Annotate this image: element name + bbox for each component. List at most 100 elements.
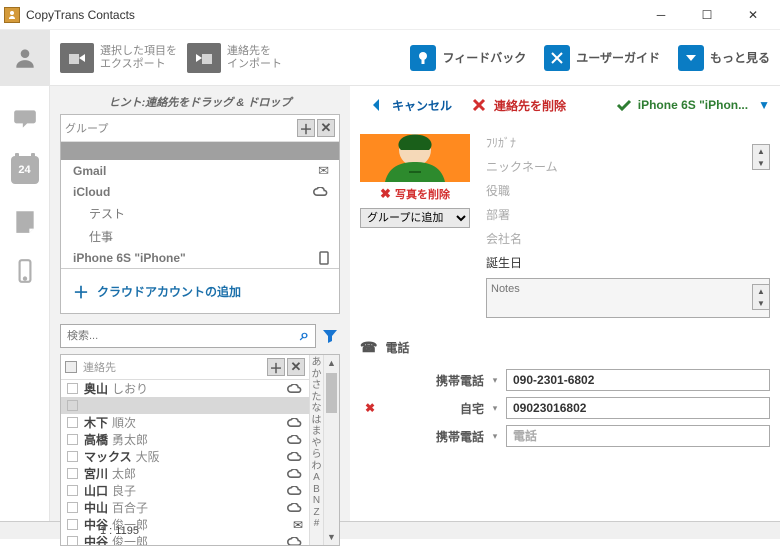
status-bar: 1 : 1195 <box>0 521 780 539</box>
groups-label: グループ <box>65 120 295 136</box>
row-checkbox[interactable] <box>67 468 78 479</box>
alpha-index[interactable]: あかさたなはまやらわABNZ# <box>309 355 323 545</box>
field-title[interactable]: 役職 <box>486 182 770 200</box>
cloud-icon <box>313 187 329 197</box>
cloud-icon <box>287 503 303 513</box>
notes-field[interactable] <box>486 278 770 318</box>
row-checkbox[interactable] <box>67 451 78 462</box>
cloud-icon <box>287 418 303 428</box>
field-birthday[interactable]: 誕生日 <box>486 254 770 272</box>
field-department[interactable]: 部署 <box>486 206 770 224</box>
cloud-icon <box>287 469 303 479</box>
add-group-button[interactable]: ＋ <box>297 119 315 137</box>
sidebar-tab-notes[interactable] <box>12 208 38 234</box>
filter-button[interactable] <box>320 324 340 348</box>
sidebar-tab-messages[interactable] <box>12 106 38 132</box>
phone-input[interactable] <box>506 397 770 419</box>
contact-row[interactable]: 中谷俊一郎✉ <box>61 516 309 533</box>
contact-row[interactable]: 中谷俊一郎 <box>61 533 309 545</box>
contact-avatar[interactable] <box>360 134 470 182</box>
contact-row[interactable]: マックス大阪 <box>61 448 309 465</box>
contact-row[interactable]: 宮川太郎 <box>61 465 309 482</box>
export-button[interactable]: 選択した項目をエクスポート <box>60 43 177 73</box>
phone-icon: ☎ <box>360 339 377 356</box>
device-picker[interactable]: iPhone 6S "iPhon... ▼ <box>616 97 770 113</box>
cloud-icon <box>287 486 303 496</box>
more-button[interactable]: もっと見る <box>678 45 770 71</box>
row-checkbox[interactable] <box>67 502 78 513</box>
group-row[interactable]: 仕事 <box>61 225 339 248</box>
remove-group-button[interactable]: ✕ <box>317 119 335 137</box>
phone-row: 携帯電話 ▾ <box>360 422 770 450</box>
notes-spinner[interactable]: ▲▼ <box>752 284 770 310</box>
cancel-button[interactable]: キャンセル <box>368 96 452 114</box>
sidebar-tab-contacts[interactable] <box>0 30 50 86</box>
mail-icon: ✉ <box>318 163 329 179</box>
row-checkbox[interactable] <box>67 417 78 428</box>
maximize-button[interactable]: ☐ <box>684 0 730 30</box>
field-company[interactable]: 会社名 <box>486 230 770 248</box>
field-reading[interactable]: ﾌﾘｶﾞﾅ <box>486 134 770 152</box>
search-input[interactable] <box>67 330 300 342</box>
delete-phone-button[interactable]: ✖ <box>360 401 380 415</box>
phone-input[interactable] <box>506 425 770 447</box>
userguide-button[interactable]: ユーザーガイド <box>544 45 660 71</box>
group-row[interactable]: テスト <box>61 202 339 225</box>
select-all-checkbox[interactable] <box>65 361 77 373</box>
chevron-down-icon[interactable]: ▾ <box>488 403 502 414</box>
phone-section-header: ☎ 電話 <box>360 339 770 356</box>
field-nickname[interactable]: ニックネーム <box>486 158 770 176</box>
add-to-group-select[interactable]: グループに追加 <box>360 208 470 228</box>
delete-contact-button[interactable]: 連絡先を削除 <box>470 96 566 114</box>
contacts-label: 連絡先 <box>83 359 265 375</box>
chevron-down-icon: ▼ <box>758 98 770 112</box>
remove-contact-button[interactable]: ✕ <box>287 358 305 376</box>
phone-type[interactable]: 携帯電話 <box>384 372 484 389</box>
row-checkbox[interactable] <box>67 536 78 545</box>
search-box[interactable]: ⌕ <box>60 324 316 348</box>
status-count: 1 : 1195 <box>100 525 139 537</box>
row-checkbox[interactable] <box>67 519 78 530</box>
sidebar-tab-calendar[interactable]: 24 <box>11 156 39 184</box>
add-cloud-account[interactable]: ＋ クラウドアカウントの追加 <box>61 268 339 313</box>
minimize-button[interactable]: ─ <box>638 0 684 30</box>
phone-icon <box>319 251 329 265</box>
phone-row: ✖ 自宅 ▾ <box>360 394 770 422</box>
scroll-spinner-top[interactable]: ▲▼ <box>752 144 770 170</box>
group-row[interactable]: iCloud <box>61 182 339 202</box>
contact-row[interactable]: 奥山しおり <box>61 380 309 397</box>
plus-icon: ＋ <box>73 279 89 303</box>
cloud-icon <box>287 452 303 462</box>
groups-panel: グループ ＋ ✕ Gmail✉iCloudテスト仕事iPhone 6S "iPh… <box>60 114 340 314</box>
cloud-icon <box>287 384 303 394</box>
sidebar-tab-device[interactable] <box>12 258 38 284</box>
contact-row[interactable]: 山口良子 <box>61 482 309 499</box>
row-checkbox[interactable] <box>67 485 78 496</box>
add-contact-button[interactable]: ＋ <box>267 358 285 376</box>
delete-photo-button[interactable]: ✖ 写真を削除 <box>380 186 450 202</box>
contact-row[interactable]: 木下順次 <box>61 414 309 431</box>
search-icon[interactable]: ⌕ <box>300 327 309 345</box>
row-checkbox[interactable] <box>67 434 78 445</box>
chevron-down-icon[interactable]: ▾ <box>488 375 502 386</box>
phone-row: 携帯電話 ▾ <box>360 366 770 394</box>
contact-row[interactable]: 中山百合子 <box>61 499 309 516</box>
contact-row[interactable]: 高橋勇太郎 <box>61 431 309 448</box>
close-button[interactable]: ✕ <box>730 0 776 30</box>
chevron-down-icon[interactable]: ▾ <box>488 431 502 442</box>
group-row[interactable]: Gmail✉ <box>61 160 339 182</box>
group-row[interactable]: iPhone 6S "iPhone" <box>61 248 339 268</box>
phone-type[interactable]: 携帯電話 <box>384 428 484 445</box>
groups-all-row[interactable] <box>61 142 339 160</box>
contact-row[interactable] <box>61 397 309 414</box>
import-button[interactable]: 連絡先をインポート <box>187 43 282 73</box>
contacts-scrollbar[interactable]: ▲ ▼ <box>323 355 339 545</box>
mail-icon: ✉ <box>293 518 303 532</box>
hint-text: ヒント:連絡先をドラッグ & ドロップ <box>60 94 340 110</box>
phone-input[interactable] <box>506 369 770 391</box>
phone-type[interactable]: 自宅 <box>384 400 484 417</box>
row-checkbox[interactable] <box>67 383 78 394</box>
row-checkbox[interactable] <box>67 400 78 411</box>
cloud-icon <box>287 435 303 445</box>
feedback-button[interactable]: フィードバック <box>410 45 526 71</box>
